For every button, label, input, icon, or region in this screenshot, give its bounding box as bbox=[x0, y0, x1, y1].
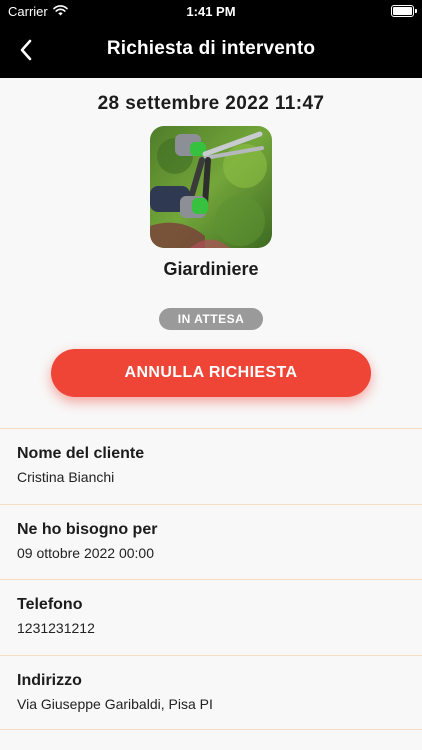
service-category: Giardiniere bbox=[163, 259, 259, 279]
detail-address: Indirizzo Via Giuseppe Garibaldi, Pisa P… bbox=[0, 654, 422, 730]
detail-label: Ne ho bisogno per bbox=[17, 520, 158, 538]
service-category-photo bbox=[150, 126, 272, 248]
detail-value: 09 ottobre 2022 00:00 bbox=[17, 544, 155, 561]
detail-customer-name: Nome del cliente Cristina Bianchi bbox=[0, 428, 422, 504]
status-time: 1:41 PM bbox=[186, 4, 236, 19]
detail-value: Via Giuseppe Garibaldi, Pisa PI bbox=[17, 695, 213, 712]
detail-phone: Telefono 1231231212 bbox=[0, 579, 422, 655]
status-badge: IN ATTESA bbox=[159, 308, 263, 330]
detail-label: Indirizzo bbox=[17, 671, 82, 689]
battery-icon bbox=[391, 5, 417, 17]
cancel-request-button[interactable]: ANNULLA RICHIESTA bbox=[51, 349, 371, 397]
page-title: Richiesta di intervento bbox=[106, 38, 316, 59]
request-details: Nome del cliente Cristina Bianchi Ne ho … bbox=[0, 428, 422, 730]
detail-value: 1231231212 bbox=[17, 620, 95, 636]
request-date: 28 settembre 2022 11:47 bbox=[97, 93, 325, 114]
detail-value: Cristina Bianchi bbox=[17, 469, 115, 485]
status-bar: Carrier 1:41 PM bbox=[0, 0, 422, 22]
detail-label: Telefono bbox=[17, 596, 83, 613]
navigation-bar: Richiesta di intervento bbox=[0, 22, 422, 78]
detail-needed-by: Ne ho bisogno per 09 ottobre 2022 00:00 bbox=[0, 503, 422, 580]
detail-label: Nome del cliente bbox=[17, 445, 145, 462]
